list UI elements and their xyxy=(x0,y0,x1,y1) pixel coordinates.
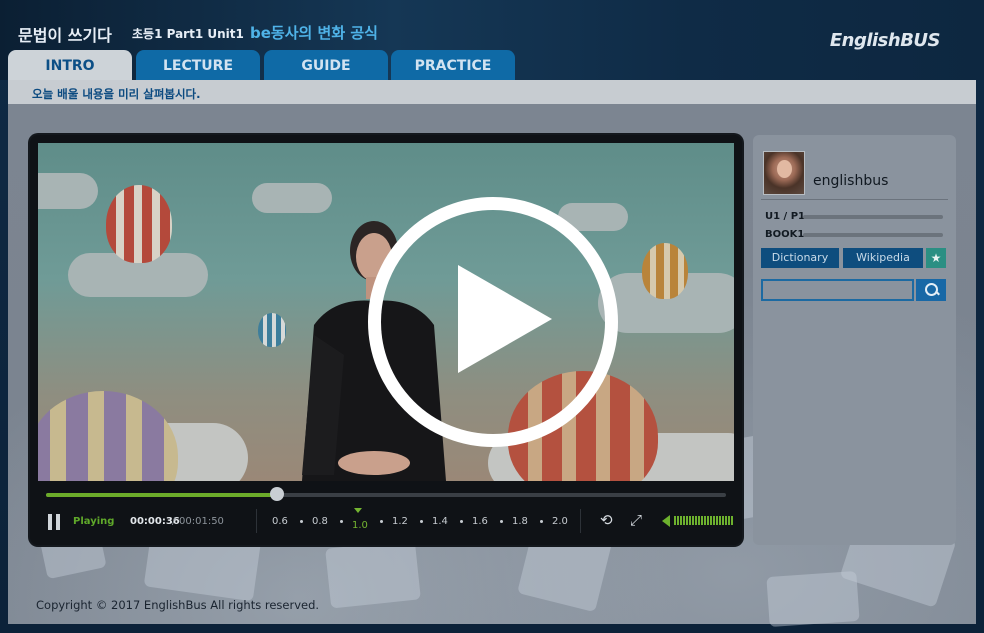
speed-option[interactable]: 2.0 xyxy=(552,516,568,527)
unit-label: U1 / P1 xyxy=(765,211,805,222)
content-area: 오늘 배울 내용을 미리 살펴봅시다. Playing 00:00:36 / 0… xyxy=(8,80,976,628)
total-time: 00:01:50 xyxy=(179,516,224,527)
progress-fill xyxy=(46,493,278,497)
video-frame[interactable] xyxy=(38,143,734,481)
tab-lecture[interactable]: LECTURE xyxy=(136,50,260,80)
course-subtitle: 초등1 Part1 Unit1 xyxy=(132,27,244,41)
progress-track[interactable] xyxy=(46,487,726,501)
unit-progress-bar xyxy=(803,215,943,219)
tab-intro[interactable]: INTRO xyxy=(8,50,132,80)
speed-option[interactable]: 1.6 xyxy=(472,516,488,527)
speed-option[interactable]: 1.4 xyxy=(432,516,448,527)
speed-selector: 0.6 0.8 1.0 1.2 1.4 1.6 1.8 2.0 xyxy=(270,505,570,537)
play-triangle-icon xyxy=(458,265,552,373)
info-bar: 오늘 배울 내용을 미리 살펴봅시다. xyxy=(8,80,976,105)
wikipedia-button[interactable]: Wikipedia xyxy=(843,248,923,268)
speed-option-active[interactable]: 1.0 xyxy=(352,520,368,531)
englishbus-logo: EnglishBUS xyxy=(829,30,941,51)
book-label: BOOK1 xyxy=(765,229,805,240)
volume-slider[interactable] xyxy=(674,516,734,526)
progress-knob[interactable] xyxy=(270,487,285,501)
player-controls: Playing 00:00:36 / 00:01:50 0.6 0.8 1.0 … xyxy=(38,505,734,537)
app-window: 문법이 쓰기다 초등1 Part1 Unit1 be동사의 변화 공식 Engl… xyxy=(0,0,984,633)
pause-icon[interactable] xyxy=(48,514,62,530)
lesson-topic: be동사의 변화 공식 xyxy=(250,24,378,42)
speed-option[interactable]: 0.6 xyxy=(272,516,288,527)
info-text: 오늘 배울 내용을 미리 살펴봅시다. xyxy=(32,87,201,101)
playback-status: Playing xyxy=(73,516,115,527)
video-player: Playing 00:00:36 / 00:01:50 0.6 0.8 1.0 … xyxy=(30,135,742,545)
speed-option[interactable]: 0.8 xyxy=(312,516,328,527)
tab-practice[interactable]: PRACTICE xyxy=(391,50,515,80)
speed-option[interactable]: 1.8 xyxy=(512,516,528,527)
search-icon[interactable] xyxy=(916,279,946,301)
user-sidebar: englishbus U1 / P1 BOOK1 Dictionary Wiki… xyxy=(753,135,956,545)
dictionary-button[interactable]: Dictionary xyxy=(761,248,839,268)
search-input[interactable] xyxy=(761,279,914,301)
star-icon[interactable]: ★ xyxy=(926,248,946,268)
fullscreen-icon[interactable]: ⤢ xyxy=(630,513,642,528)
speed-marker-icon xyxy=(354,508,362,513)
speed-option[interactable]: 1.2 xyxy=(392,516,408,527)
time-separator: / xyxy=(172,516,176,527)
book-progress-bar xyxy=(803,233,943,237)
tab-guide[interactable]: GUIDE xyxy=(264,50,388,80)
username: englishbus xyxy=(813,173,889,189)
avatar xyxy=(763,151,805,195)
repeat-icon[interactable]: ⟲ xyxy=(600,513,613,528)
course-title: 문법이 쓰기다 xyxy=(18,26,112,45)
volume-icon[interactable] xyxy=(662,515,670,527)
copyright-text: Copyright © 2017 EnglishBus All rights r… xyxy=(36,598,320,612)
